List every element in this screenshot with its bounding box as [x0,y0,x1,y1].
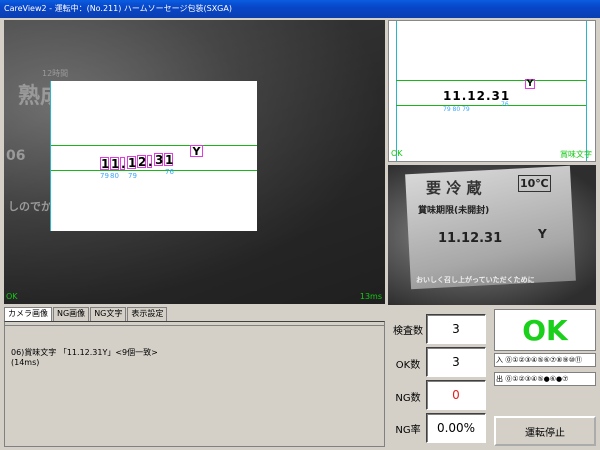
ocr-char-box: . [147,155,153,169]
ng-count-value: 0 [426,380,486,410]
ref-edge-left [396,21,397,161]
main-status-ok: OK [6,292,18,301]
ref-char-score: 76 [501,101,509,108]
inspection-log[interactable]: 06)賞味文字 「11.12.31Y」<9個一致> (14ms) [4,321,385,447]
main-elapsed-time: 13ms [359,292,382,301]
ref-edge-right [586,21,587,161]
ok-count-value: 3 [426,347,486,377]
ocr-char-box: 1 [164,153,174,167]
input-status-row: 入 ⓪①②③④⑤⑥⑦⑧⑨⑩⑪ [494,353,596,367]
ref-char-scores: 79 80 79 [443,106,470,113]
char-score: 76 [165,168,174,176]
photo-date: 11.12.31 [438,231,503,246]
ocr-char-box: 2 [137,155,147,169]
title-bar[interactable]: CareView2 - 運転中：(No.211) ハームソーセージ包装(SXGA… [0,0,600,18]
log-line: (14ms) [11,358,40,367]
inspect-count-value: 3 [426,314,486,344]
photo-mark: Y [538,227,547,241]
ref-status-ok: OK [391,149,403,158]
ref-guide-lower [396,105,586,106]
inspect-count-label: 検査数 [393,326,423,337]
reference-view[interactable]: 11.12.31 Y 79 80 79 76 OK 賞味文字 [388,20,596,162]
output-status-row: 出 ⓪①②③④⑤●⑥●⑦ [494,372,596,386]
main-camera-view[interactable]: 12時間 熟成 06 しのでか 1 1 . 1 2 . 3 1 Y 79 80 … [4,20,385,304]
window-title: CareView2 - 運転中：(No.211) ハームソーセージ包装(SXGA… [4,4,232,13]
ng-rate-label: NG率 [395,425,421,436]
ocr-char-box: 3 [154,153,164,167]
ng-rate-value: 0.00% [426,413,486,443]
tab-ng-image[interactable]: NG画像 [53,307,90,321]
check-mark-icon: Y [190,145,203,157]
roi-edge-left [50,81,51,231]
guide-line-upper [50,145,257,146]
char-score: 79 [100,172,109,180]
photo-view[interactable]: 要 冷 蔵 10℃ 賞味期限(未開封) 11.12.31 Y おいしく召し上がっ… [388,165,596,305]
char-score: 79 [128,172,137,180]
app-window: CareView2 - 運転中：(No.211) ハームソーセージ包装(SXGA… [0,0,600,450]
ng-count-label: NG数 [395,393,421,404]
ok-count-label: OK数 [395,360,421,371]
tab-ng-text[interactable]: NG文字 [90,307,127,321]
ref-guide-upper [396,80,586,81]
ocr-char-box: . [120,157,126,171]
ocr-char-box: 1 [110,157,120,171]
stop-operation-button[interactable]: 運転停止 [494,416,596,446]
judgement-result: OK [494,309,596,351]
ocr-char-box: 1 [127,156,137,170]
photo-heading: 要 冷 蔵 [426,179,482,197]
photo-subtitle: 賞味期限(未開封) [418,206,490,216]
tab-camera-image[interactable]: カメラ画像 [4,307,52,321]
ocr-char-box: 1 [100,157,110,171]
log-line: 06)賞味文字 「11.12.31Y」<9個一致> [11,348,158,357]
guide-line-lower [50,170,257,171]
photo-footer: おいしく召し上がっていただくために [416,276,535,284]
photo-temp-badge: 10℃ [518,175,551,192]
ref-caption: 賞味文字 [560,150,592,159]
tab-display-settings[interactable]: 表示設定 [127,307,168,321]
bg-text-mid: 06 [6,148,26,164]
bg-text-side: しのでか [8,200,52,213]
char-score: 80 [110,172,119,180]
view-tabs: カメラ画像 NG画像 NG文字 表示設定 [4,307,168,321]
ref-check-icon: Y [525,79,535,89]
